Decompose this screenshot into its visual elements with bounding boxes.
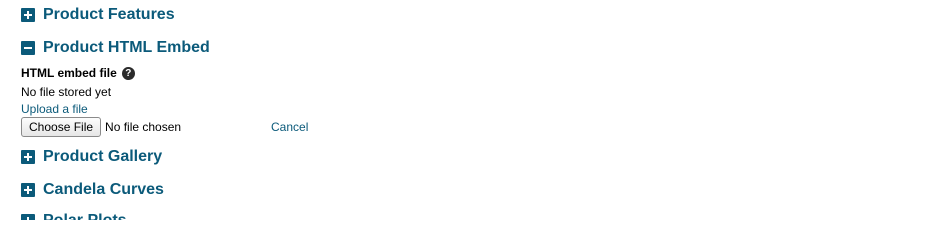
section-header-product-features[interactable]: Product Features <box>21 5 175 25</box>
file-input-row: Choose File No file chosen Cancel <box>21 117 621 137</box>
plus-square-icon[interactable] <box>21 8 35 22</box>
section-header-product-html-embed[interactable]: Product HTML Embed <box>21 38 210 58</box>
help-circle-icon[interactable]: ? <box>121 66 135 80</box>
plus-square-icon[interactable] <box>21 183 35 197</box>
section-header-candela-curves[interactable]: Candela Curves <box>21 180 164 200</box>
minus-square-icon[interactable] <box>21 41 35 55</box>
file-chosen-text: No file chosen <box>105 120 182 134</box>
cancel-link[interactable]: Cancel <box>271 117 308 137</box>
choose-file-button[interactable]: Choose File <box>21 117 102 137</box>
html-embed-file-label: HTML embed file <box>21 66 117 80</box>
html-embed-panel: HTML embed file ? No file stored yet Upl… <box>21 64 621 137</box>
field-label-row: HTML embed file ? <box>21 64 621 82</box>
section-title[interactable]: Product HTML Embed <box>43 38 210 58</box>
upload-file-link[interactable]: Upload a file <box>21 102 88 117</box>
section-title[interactable]: Polar Plots <box>43 211 127 220</box>
plus-square-icon[interactable] <box>21 214 35 220</box>
section-title[interactable]: Product Features <box>43 5 175 25</box>
section-header-polar-plots[interactable]: Polar Plots <box>21 211 127 220</box>
file-status-text: No file stored yet <box>21 85 112 99</box>
plus-square-icon[interactable] <box>21 150 35 164</box>
section-title[interactable]: Product Gallery <box>43 147 162 167</box>
page: Product Features Product HTML Embed HTML… <box>0 0 940 220</box>
section-title[interactable]: Candela Curves <box>43 180 164 200</box>
section-header-product-gallery[interactable]: Product Gallery <box>21 147 162 167</box>
